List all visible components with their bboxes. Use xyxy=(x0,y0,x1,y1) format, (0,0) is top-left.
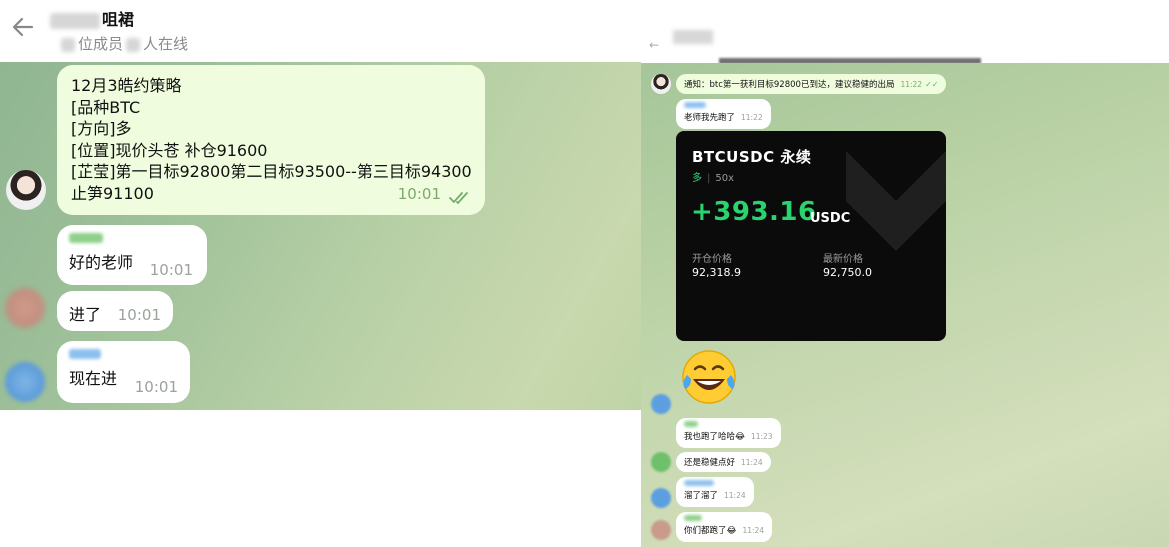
incoming-message[interactable]: 进了 10:01 xyxy=(57,291,173,331)
avatar[interactable] xyxy=(5,288,45,328)
blurred-sender-name xyxy=(684,102,706,108)
chat-header: ← xyxy=(641,0,1169,64)
chat-header: 咀裙 位成员 人在线 xyxy=(0,0,641,62)
message-time: 10:01 xyxy=(397,185,441,204)
incoming-message[interactable]: 我也跑了哈哈😂 11:23 xyxy=(676,418,781,448)
avatar[interactable] xyxy=(651,74,671,94)
message-text: 进了 xyxy=(69,305,102,324)
message-line: [方向]多 xyxy=(71,119,132,139)
blurred-online-count xyxy=(126,37,141,52)
card-direction: 多 xyxy=(692,173,702,184)
card-position-info: 多 | 50x xyxy=(692,169,734,184)
message-time: 11:22 xyxy=(741,113,763,122)
chat-member-status: 位成员 人在线 xyxy=(58,33,188,54)
message-text: 溜了溜了 xyxy=(684,491,719,501)
avatar[interactable] xyxy=(651,520,671,540)
message-text: 你们都跑了😂 xyxy=(684,526,737,536)
trade-pnl-card[interactable]: BTCUSDC 永续 多 | 50x +393.16 USDC 开仓价格 92,31… xyxy=(676,131,946,341)
open-price-value: 92,318.9 xyxy=(692,266,741,279)
blurred-name xyxy=(50,12,100,29)
open-price-label: 开仓价格 xyxy=(692,254,732,265)
message-time: 10:01 xyxy=(149,261,193,279)
notice-message[interactable]: 通知：btc第一获利目标92800已到达，建议稳健的出局 11:22 ✓✓ xyxy=(676,74,947,94)
message-time: 10:01 xyxy=(117,306,161,324)
incoming-message[interactable]: 还是稳健点好 11:24 xyxy=(676,452,771,472)
blurred-sender-name xyxy=(684,480,714,486)
message-line: [品种BTC xyxy=(71,97,141,117)
last-price-label: 最新价格 xyxy=(823,254,863,265)
online-label: 人在线 xyxy=(143,35,189,53)
message-line: 12月3皓约策略 xyxy=(71,76,182,95)
message-text: 现在进 xyxy=(69,369,118,388)
incoming-message[interactable]: 好的老师 10:01 xyxy=(57,225,207,285)
left-chat-panel: 咀裙 位成员 人在线 12月3皓约策略 [品种BTC [方向]多 [位置]现价头苍… xyxy=(0,0,641,410)
card-currency: USDC xyxy=(810,211,851,226)
message-text: 通知：btc第一获利目标92800已到达，建议稳健的出局 xyxy=(684,80,895,90)
incoming-message[interactable]: 你们都跑了😂 11:24 xyxy=(676,512,773,542)
message-time: 11:22 xyxy=(900,80,923,89)
incoming-message[interactable]: 老师我先跑了 11:22 xyxy=(676,99,771,129)
chat-title-suffix: 咀裙 xyxy=(102,10,135,29)
avatar[interactable] xyxy=(651,452,671,472)
chat-area[interactable]: 通知：btc第一获利目标92800已到达，建议稳健的出局 11:22 ✓✓ 老师我先… xyxy=(641,63,1169,547)
blurred-sender-name xyxy=(684,515,702,521)
message-text: 我也跑了哈哈😂 xyxy=(684,432,745,442)
avatar[interactable] xyxy=(651,488,671,508)
divider: | xyxy=(707,173,711,184)
incoming-message[interactable]: 现在进 10:01 xyxy=(57,341,190,403)
laughing-tears-emoji-icon[interactable] xyxy=(679,349,739,405)
card-pnl-value: +393.16 xyxy=(691,197,817,227)
avatar[interactable] xyxy=(6,170,46,210)
screenshot-root: 咀裙 位成员 人在线 12月3皓约策略 [品种BTC [方向]多 [位置]现价头苍… xyxy=(0,0,1169,547)
strategy-message[interactable]: 12月3皓约策略 [品种BTC [方向]多 [位置]现价头苍 补仓91600 [… xyxy=(57,65,485,215)
avatar[interactable] xyxy=(5,362,45,402)
message-time: 11:23 xyxy=(750,432,773,441)
message-text: 好的老师 xyxy=(69,253,134,272)
exchange-logo-decoration xyxy=(846,151,946,251)
blurred-count xyxy=(61,37,75,52)
chat-area[interactable]: 12月3皓约策略 [品种BTC [方向]多 [位置]现价头苍 补仓91600 [… xyxy=(0,62,641,410)
read-checkmarks-icon xyxy=(449,192,468,205)
blurred-sender-name xyxy=(69,233,103,243)
message-text: 还是稳健点好 xyxy=(684,458,736,468)
message-text: 老师我先跑了 xyxy=(684,113,736,123)
message-time: 10:01 xyxy=(134,378,178,396)
message-line: [位置]现价头苍 补仓91600 xyxy=(71,140,268,160)
blurred-chat-title xyxy=(673,30,713,44)
message-time: 11:24 xyxy=(742,526,765,535)
blurred-sender-name xyxy=(69,349,101,359)
card-leverage: 50x xyxy=(715,173,735,184)
back-arrow-icon[interactable] xyxy=(10,14,36,40)
message-line: [芷莹]第一目标92800第二目标93500--第三目标94300 xyxy=(71,162,472,182)
last-price-value: 92,750.0 xyxy=(823,266,872,279)
member-count-label: 位成员 xyxy=(78,35,124,53)
card-symbol: BTCUSDC 永续 xyxy=(692,148,812,166)
avatar[interactable] xyxy=(651,394,671,414)
right-chat-panel: ← 通知：btc第一获利目标92800已到达，建议稳健的出局 11:22 ✓✓ 老师… xyxy=(641,0,1169,547)
incoming-message[interactable]: 溜了溜了 11:24 xyxy=(676,477,754,507)
blurred-sender-name xyxy=(684,421,698,427)
back-arrow-icon[interactable]: ← xyxy=(649,38,659,52)
message-time: 11:24 xyxy=(741,458,763,467)
read-checkmarks-icon: ✓✓ xyxy=(925,80,939,89)
message-time: 11:24 xyxy=(724,491,746,500)
chat-title[interactable]: 咀裙 xyxy=(50,6,134,30)
